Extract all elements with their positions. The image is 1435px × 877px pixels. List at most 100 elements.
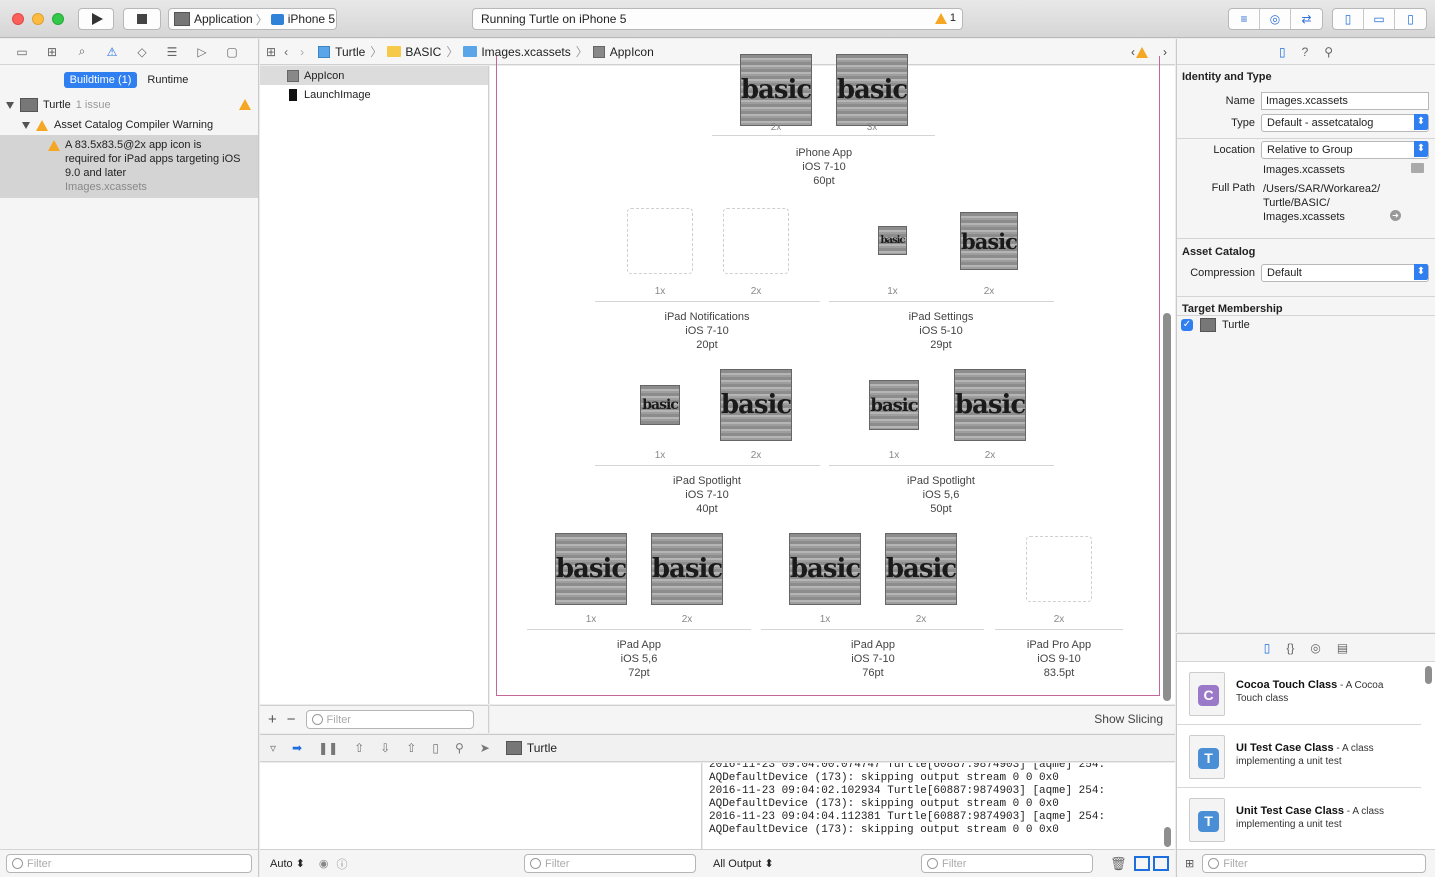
split-left-icon[interactable] bbox=[1134, 856, 1150, 871]
symbol-navigator-icon[interactable]: ⊞ bbox=[44, 45, 60, 59]
variables-filter-input[interactable]: Filter bbox=[524, 854, 696, 873]
project-issue-row[interactable]: Turtle 1 issue bbox=[0, 95, 258, 115]
eye-icon[interactable]: ◉ bbox=[319, 857, 329, 870]
icon-well-filled[interactable]: basic bbox=[640, 385, 680, 425]
library-scrollbar[interactable] bbox=[1425, 666, 1432, 684]
remove-asset-button[interactable]: − bbox=[287, 711, 296, 728]
icon-well-filled[interactable]: basic bbox=[885, 533, 957, 605]
code-snippet-icon[interactable]: {} bbox=[1286, 641, 1294, 655]
icon-well-filled[interactable]: basic bbox=[878, 226, 907, 255]
folder-icon[interactable] bbox=[1411, 163, 1424, 173]
asset-filter-input[interactable]: Filter bbox=[305, 710, 474, 729]
disclosure-triangle-icon[interactable] bbox=[6, 101, 14, 109]
breakpoints-toggle-icon[interactable]: ➡ bbox=[292, 741, 302, 755]
console-filter-input[interactable]: Filter bbox=[921, 854, 1093, 873]
stop-button[interactable] bbox=[123, 8, 161, 30]
breadcrumb-project[interactable]: Turtle bbox=[318, 45, 365, 59]
show-slicing-button[interactable]: Show Slicing bbox=[1094, 712, 1163, 726]
tab-runtime[interactable]: Runtime bbox=[141, 72, 194, 88]
debug-navigator-icon[interactable]: ☰ bbox=[164, 45, 180, 59]
version-editor-icon[interactable]: ⇄ bbox=[1291, 9, 1322, 29]
run-button[interactable] bbox=[78, 8, 114, 30]
tab-buildtime[interactable]: Buildtime (1) bbox=[63, 72, 138, 88]
type-popup[interactable]: Default - assetcatalog bbox=[1261, 114, 1429, 132]
fullpath-label: Full Path bbox=[1211, 182, 1255, 194]
split-right-icon[interactable] bbox=[1153, 856, 1169, 871]
icon-well-empty[interactable] bbox=[1026, 536, 1092, 602]
forward-button[interactable]: › bbox=[300, 45, 304, 59]
toggle-navigator-icon[interactable]: ▯ bbox=[1333, 9, 1364, 29]
simulate-location-icon[interactable]: ➤ bbox=[480, 741, 490, 755]
zoom-window-button[interactable] bbox=[52, 13, 64, 25]
folder-icon[interactable]: ▭ bbox=[14, 45, 30, 59]
quick-help-icon[interactable]: ? bbox=[1302, 45, 1309, 59]
navigator-filter-input[interactable]: Filter bbox=[6, 854, 252, 873]
minimize-window-button[interactable] bbox=[32, 13, 44, 25]
output-scope-popup[interactable]: All Output ⬍ bbox=[713, 857, 774, 870]
scheme-selector[interactable]: Application 〉 iPhone 5 bbox=[168, 8, 337, 30]
icon-well-empty[interactable] bbox=[627, 208, 693, 274]
canvas-scrollbar[interactable] bbox=[1163, 313, 1171, 701]
target-checkbox[interactable]: ✓ bbox=[1181, 319, 1193, 331]
icon-well-filled[interactable]: basic bbox=[740, 54, 812, 126]
assistant-editor-icon[interactable]: ◎ bbox=[1260, 9, 1291, 29]
close-window-button[interactable] bbox=[12, 13, 24, 25]
variables-scope-popup[interactable]: Auto ⬍ bbox=[270, 857, 305, 870]
file-template-icon[interactable]: ▯ bbox=[1264, 641, 1271, 655]
test-navigator-icon[interactable]: ◇ bbox=[134, 45, 150, 59]
icon-well-filled[interactable]: basic bbox=[954, 369, 1026, 441]
report-navigator-icon[interactable]: ▢ bbox=[224, 45, 240, 59]
toggle-utilities-icon[interactable]: ▯ bbox=[1395, 9, 1426, 29]
hide-debug-area-icon[interactable]: ▿ bbox=[270, 741, 276, 755]
disclosure-triangle-icon[interactable] bbox=[22, 121, 30, 129]
pause-icon[interactable]: ❚❚ bbox=[318, 741, 338, 755]
memory-graph-icon[interactable]: ⚲ bbox=[455, 741, 464, 755]
step-out-icon[interactable]: ⇧ bbox=[406, 741, 416, 755]
icon-well-empty[interactable] bbox=[723, 208, 789, 274]
info-icon[interactable]: ⓘ bbox=[337, 856, 348, 872]
view-hierarchy-icon[interactable]: ▯ bbox=[432, 741, 439, 755]
step-into-icon[interactable]: ⇩ bbox=[380, 741, 390, 755]
icon-well-filled[interactable]: basic bbox=[789, 533, 861, 605]
media-library-icon[interactable]: ▤ bbox=[1337, 641, 1348, 655]
template-badge: C bbox=[1198, 685, 1219, 706]
selected-issue[interactable]: A 83.5x83.5@2x app icon is required for … bbox=[0, 135, 258, 198]
location-popup[interactable]: Relative to Group bbox=[1261, 141, 1429, 159]
icon-well-filled[interactable]: basic bbox=[836, 54, 908, 126]
standard-editor-icon[interactable]: ≡ bbox=[1229, 9, 1260, 29]
add-asset-button[interactable]: + bbox=[268, 711, 277, 728]
step-over-icon[interactable]: ⇧ bbox=[354, 741, 364, 755]
warning-badge[interactable]: 1 bbox=[934, 12, 956, 24]
reveal-arrow-icon[interactable]: ➜ bbox=[1390, 210, 1401, 221]
trash-icon[interactable]: 🗑 bbox=[1110, 856, 1127, 872]
icon-well-filled[interactable]: basic bbox=[869, 380, 919, 430]
library-filter-input[interactable]: Filter bbox=[1202, 854, 1427, 873]
attributes-inspector-icon[interactable]: ⚲ bbox=[1324, 45, 1333, 59]
file-inspector-icon[interactable]: ▯ bbox=[1279, 45, 1286, 59]
debug-target[interactable]: Turtle bbox=[505, 741, 557, 755]
related-items-icon[interactable]: ⊞ bbox=[266, 45, 276, 59]
icon-well-filled[interactable]: basic bbox=[960, 212, 1018, 270]
object-library-icon[interactable]: ◎ bbox=[1310, 641, 1320, 655]
icon-well-filled[interactable]: basic bbox=[555, 533, 627, 605]
asset-item-launchimage[interactable]: LaunchImage bbox=[260, 85, 488, 104]
console-scrollbar[interactable] bbox=[1164, 827, 1171, 847]
back-button[interactable]: ‹ bbox=[284, 45, 288, 59]
compression-popup[interactable]: Default bbox=[1261, 264, 1429, 282]
issue-navigator-icon[interactable]: ⚠ bbox=[104, 45, 120, 59]
breadcrumb-folder[interactable]: BASIC bbox=[387, 45, 441, 59]
asset-item-appicon[interactable]: AppIcon bbox=[260, 66, 488, 85]
group-os: iOS 7-10 bbox=[851, 653, 895, 665]
search-icon[interactable]: ⌕ bbox=[74, 44, 90, 59]
icon-well-filled[interactable]: basic bbox=[651, 533, 723, 605]
library-item[interactable]: T UI Test Case Class - A class implementin… bbox=[1177, 725, 1421, 788]
library-item[interactable]: C Cocoa Touch Class - A Cocoa Touch class bbox=[1177, 662, 1421, 725]
next-issue-button[interactable]: › bbox=[1163, 45, 1167, 59]
icon-well-filled[interactable]: basic bbox=[720, 369, 792, 441]
toggle-debug-area-icon[interactable]: ▭ bbox=[1364, 9, 1395, 29]
library-item[interactable]: T Unit Test Case Class - A class implement… bbox=[1177, 788, 1421, 851]
grid-view-icon[interactable]: ⊞ bbox=[1185, 857, 1194, 870]
name-field[interactable]: Images.xcassets bbox=[1261, 92, 1429, 110]
breakpoint-navigator-icon[interactable]: ▷ bbox=[194, 45, 210, 59]
issue-group-row[interactable]: Asset Catalog Compiler Warning bbox=[0, 115, 258, 135]
